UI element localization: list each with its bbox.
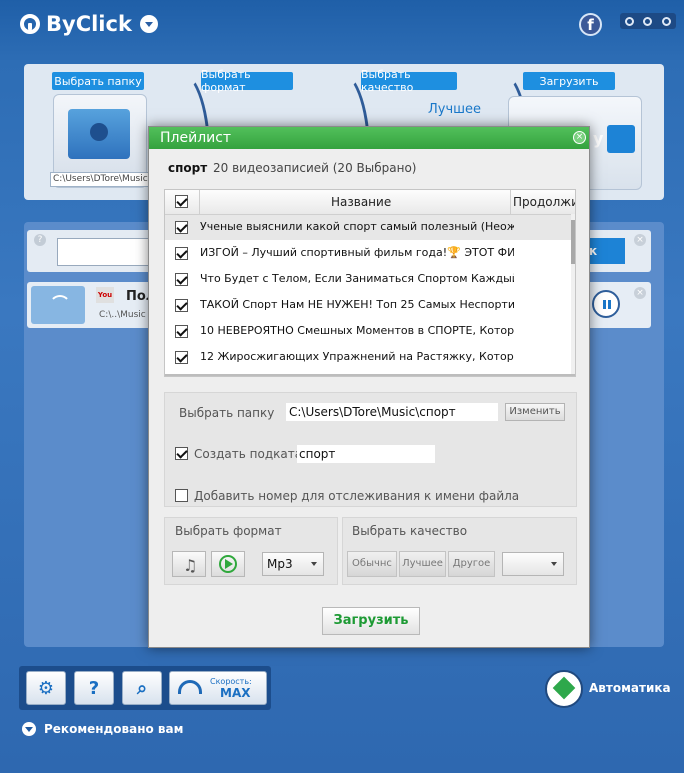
auto-mode-icon[interactable] bbox=[545, 670, 583, 708]
video-row-title: Ученые выяснили какой спорт самый полезн… bbox=[200, 220, 514, 233]
chevron-down-icon bbox=[22, 722, 36, 736]
quality-normal-button[interactable]: Обычнс bbox=[347, 551, 397, 577]
url-help-icon[interactable]: ? bbox=[34, 234, 46, 246]
video-row-title: ИЗГОЙ – Лучший спортивный фильм года!🏆 Э… bbox=[200, 246, 514, 259]
track-number-checkbox[interactable] bbox=[175, 489, 188, 502]
facebook-icon[interactable]: f bbox=[579, 13, 602, 36]
dialog-download-button[interactable]: Загрузить bbox=[322, 607, 420, 635]
speedometer-icon bbox=[178, 680, 202, 694]
quality-label: Выбрать качество bbox=[352, 524, 468, 538]
music-note-icon: ♫ bbox=[183, 556, 198, 575]
track-number-label: Добавить номер для отслеживания к имени … bbox=[194, 489, 520, 503]
pause-icon[interactable] bbox=[592, 290, 620, 318]
gear-icon: ⚙ bbox=[37, 677, 55, 699]
recommended-toggle[interactable]: Рекомендовано вам bbox=[22, 722, 183, 736]
format-select-value: Mp3 bbox=[267, 557, 293, 571]
url-close-icon[interactable]: × bbox=[634, 234, 646, 246]
step-download-label: Загрузить bbox=[523, 72, 615, 90]
auto-mode-label[interactable]: Автоматика bbox=[589, 681, 671, 695]
video-row[interactable]: Ученые выяснили какой спорт самый полезн… bbox=[165, 215, 573, 240]
subfolder-checkbox[interactable] bbox=[175, 447, 188, 460]
speed-label: Скорость: bbox=[210, 677, 252, 686]
format-label: Выбрать формат bbox=[175, 524, 282, 538]
settings-dot-icon[interactable] bbox=[643, 16, 653, 26]
folder-path-input[interactable]: C:\Users\DTore\Music\спорт bbox=[286, 403, 498, 421]
video-row[interactable]: 12 Жиросжигающих Упражнений на Растяжку,… bbox=[165, 345, 573, 370]
column-separator bbox=[199, 190, 200, 214]
settings-button[interactable]: ⚙ bbox=[26, 671, 66, 705]
video-row-checkbox[interactable] bbox=[175, 221, 188, 234]
download-tile-text: у bbox=[593, 129, 604, 148]
video-row-title: Что Будет с Телом, Если Заниматься Спорт… bbox=[200, 272, 514, 285]
search-button[interactable]: ⌕ bbox=[122, 671, 162, 705]
dialog-title: Плейлист bbox=[149, 127, 589, 149]
column-name[interactable]: Название bbox=[331, 195, 391, 209]
recommended-label: Рекомендовано вам bbox=[44, 722, 184, 736]
step-folder-label: Выбрать папку bbox=[52, 72, 144, 90]
quality-value[interactable]: Лучшее bbox=[428, 102, 481, 117]
video-row[interactable]: ТАКОЙ Спорт Нам НЕ НУЖЕН! Топ 25 Самых Н… bbox=[165, 293, 573, 318]
video-row[interactable]: 10 НЕВЕРОЯТНО Смешных Моментов в СПОРТЕ,… bbox=[165, 319, 573, 344]
playlist-count: 20 видеозаписией (20 Выбрано) bbox=[213, 161, 417, 175]
title-bar: ByClick f bbox=[0, 0, 684, 48]
url-go-button[interactable]: к bbox=[587, 238, 625, 264]
quality-select[interactable] bbox=[502, 552, 564, 576]
subfolder-input[interactable]: спорт bbox=[297, 445, 435, 463]
video-row-checkbox[interactable] bbox=[175, 273, 188, 286]
download-arrow-icon bbox=[607, 125, 635, 153]
app-menu-chevron-icon[interactable] bbox=[139, 15, 158, 33]
video-list-header: Название Продолжи bbox=[165, 190, 575, 215]
download-item-thumbnail bbox=[31, 286, 85, 324]
folder-download-icon bbox=[68, 109, 130, 159]
video-format-button[interactable] bbox=[211, 551, 245, 577]
app-logo[interactable]: ByClick bbox=[20, 10, 158, 38]
video-row-checkbox[interactable] bbox=[175, 351, 188, 364]
search-icon: ⌕ bbox=[136, 677, 148, 699]
chevron-down-icon bbox=[551, 562, 557, 566]
step-quality-label: Выбрать качество bbox=[361, 68, 457, 94]
window-controls bbox=[620, 13, 676, 29]
quality-other-button[interactable]: Другое bbox=[448, 551, 495, 577]
column-separator bbox=[510, 190, 511, 214]
video-row-title: ТАКОЙ Спорт Нам НЕ НУЖЕН! Топ 25 Самых Н… bbox=[200, 298, 514, 311]
video-row-checkbox[interactable] bbox=[175, 299, 188, 312]
play-icon bbox=[219, 555, 237, 573]
chevron-down-icon bbox=[311, 562, 317, 566]
step-format-label: Выбрать формат bbox=[201, 68, 293, 94]
video-row-checkbox[interactable] bbox=[175, 247, 188, 260]
speed-value: MAX bbox=[220, 686, 251, 700]
folder-label: Выбрать папку bbox=[179, 406, 275, 420]
quality-best-button[interactable]: Лучшее bbox=[399, 551, 446, 577]
video-list: Название Продолжи Ученые выяснили какой … bbox=[164, 189, 576, 377]
video-row-title: 10 НЕВЕРОЯТНО Смешных Моментов в СПОРТЕ,… bbox=[200, 324, 514, 337]
format-select[interactable]: Mp3 bbox=[262, 552, 324, 576]
list-scroll-thumb[interactable] bbox=[571, 220, 575, 264]
app-brand: ByClick bbox=[46, 12, 132, 36]
item-close-icon[interactable]: × bbox=[634, 287, 646, 299]
video-row-checkbox[interactable] bbox=[175, 325, 188, 338]
speed-button[interactable]: Скорость: MAX bbox=[169, 671, 267, 705]
video-row[interactable]: ИЗГОЙ – Лучший спортивный фильм года!🏆 Э… bbox=[165, 241, 573, 266]
close-window-icon[interactable] bbox=[662, 16, 672, 26]
byclick-logo-icon bbox=[20, 14, 40, 34]
video-row[interactable]: Что Будет с Телом, Если Заниматься Спорт… bbox=[165, 267, 573, 292]
minimize-icon[interactable] bbox=[624, 16, 634, 26]
video-row-title: 12 Жиросжигающих Упражнений на Растяжку,… bbox=[200, 350, 514, 363]
youtube-icon: You bbox=[96, 287, 114, 303]
playlist-name: спорт bbox=[168, 161, 208, 175]
download-item-path: C:\..\Music bbox=[99, 310, 146, 320]
dialog-close-icon[interactable]: × bbox=[573, 131, 586, 144]
change-folder-button[interactable]: Изменить bbox=[505, 403, 565, 421]
playlist-dialog: Плейлист × спорт 20 видеозаписией (20 Вы… bbox=[148, 126, 590, 648]
help-button[interactable]: ? bbox=[74, 671, 114, 705]
url-input[interactable] bbox=[57, 238, 154, 266]
column-duration[interactable]: Продолжи bbox=[513, 195, 575, 209]
select-all-checkbox[interactable] bbox=[175, 195, 188, 208]
question-icon: ? bbox=[88, 677, 100, 699]
audio-format-button[interactable]: ♫ bbox=[172, 551, 206, 577]
list-horizontal-scrollbar[interactable] bbox=[165, 374, 575, 376]
